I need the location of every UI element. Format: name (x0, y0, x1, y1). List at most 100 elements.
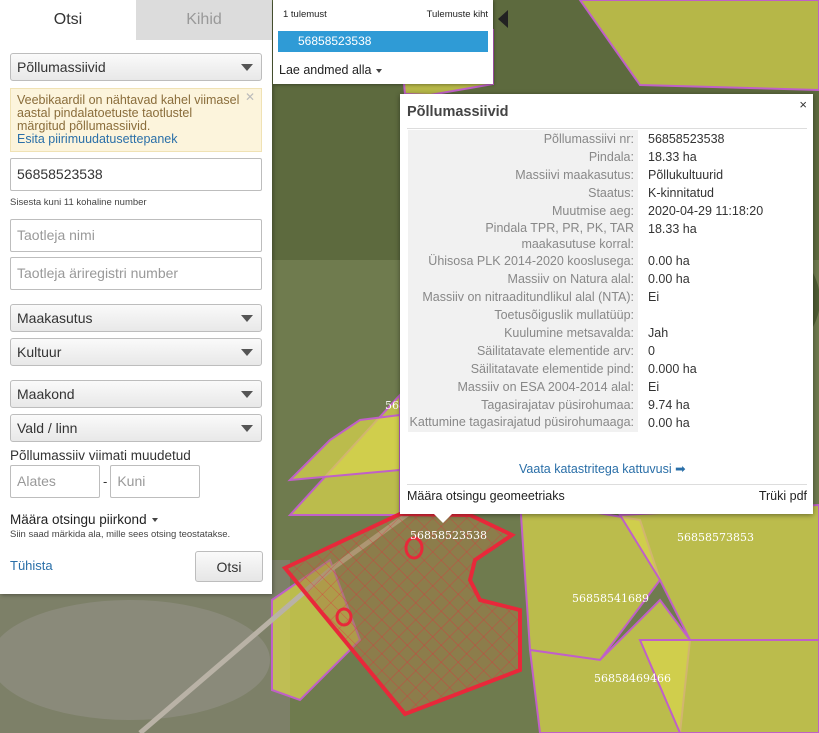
attr-row: Massiiv on Natura alal: 0.00 ha (408, 270, 806, 288)
attr-row: Kuulumine metsavalda: Jah (408, 324, 806, 342)
attr-value: 9.74 ha (648, 398, 690, 412)
attr-row: Massiiv on nitraaditundlikul alal (NTA):… (408, 288, 806, 306)
parcel-number-input[interactable]: 56858523538 (10, 158, 262, 191)
parcel-label: 56858573853 (677, 531, 754, 544)
attr-value: Põllukultuurid (648, 168, 724, 182)
attr-key: Kattumine tagasirajatud püsirohumaaga: (408, 414, 638, 432)
parish-select-value: Vald / linn (17, 420, 78, 436)
attr-key: Massiiv on nitraaditundlikul alal (NTA): (408, 288, 638, 306)
print-pdf-link[interactable]: Trüki pdf (759, 489, 807, 503)
attr-row: Põllumassiivi nr: 56858523538 (408, 130, 806, 148)
close-icon[interactable]: ✕ (245, 91, 255, 104)
attr-value: Ei (648, 380, 660, 394)
attr-row: Pindala: 18.33 ha (408, 148, 806, 166)
attr-row: Kattumine tagasirajatud püsirohumaaga: 0.… (408, 414, 806, 432)
attr-key: Massiiv on ESA 2004-2014 alal: (408, 378, 638, 396)
results-panel: 1 tulemust Tulemuste kiht 56858523538 La… (273, 0, 493, 84)
notice-text: Veebikaardil on nähtavad kahel viimasel … (17, 93, 240, 133)
info-notice: ✕ Veebikaardil on nähtavad kahel viimase… (10, 88, 262, 152)
parcel-label: 56858469466 (594, 672, 671, 685)
parcel-label: 56858541689 (572, 592, 649, 605)
caret-down-icon (376, 68, 383, 73)
cadastre-overlap-label: Vaata katastritega kattuvusi (519, 462, 672, 476)
attr-row: Tagasirajatav püsirohumaa: 9.74 ha (408, 396, 806, 414)
popup-title: Põllumassiivid (407, 104, 509, 120)
type-select-value: Põllumassiivid (17, 59, 106, 75)
attr-row: Massiivi maakasutus: Põllukultuurid (408, 166, 806, 184)
attr-key: Säilitatavate elementide arv: (408, 342, 638, 360)
search-area-hint: Siin saad märkida ala, mille sees otsing… (10, 529, 231, 540)
attr-key: Massiiv on Natura alal: (408, 270, 638, 288)
parcel-number-hint: Sisesta kuni 11 kohaline number (10, 197, 147, 208)
attr-row: Muutmise aeg: 2020-04-29 11:18:20 (408, 202, 806, 220)
applicant-name-input[interactable]: Taotleja nimi (10, 219, 262, 252)
attr-row: Toetusõiguslik mullatüüp: (408, 306, 806, 324)
attr-value: Ei (648, 290, 660, 304)
search-area-label: Määra otsingu piirkond (10, 512, 147, 527)
set-search-geometry-link[interactable]: Määra otsingu geomeetriaks (407, 489, 565, 503)
changed-label: Põllumassiiv viimati muudetud (10, 448, 191, 463)
type-select[interactable]: Põllumassiivid (10, 53, 262, 81)
attr-value: 0.00 ha (648, 416, 690, 430)
panel-tabs: Otsi Kihid (0, 0, 272, 40)
attr-value: 0 (648, 344, 655, 358)
parish-select[interactable]: Vald / linn (10, 414, 262, 442)
parcel-info-popup: Põllumassiivid × Põllumassiivi nr: 568585… (400, 94, 813, 514)
attr-key: Staatus: (408, 184, 638, 202)
attr-row: Staatus: K-kinnitatud (408, 184, 806, 202)
attr-key: Toetusõiguslik mullatüüp: (408, 306, 638, 324)
attr-value: 2020-04-29 11:18:20 (648, 204, 764, 218)
chevron-down-icon (241, 349, 253, 356)
date-range: Alates - Kuni (10, 465, 262, 498)
download-label: Lae andmed alla (279, 63, 372, 77)
chevron-down-icon (241, 64, 253, 71)
date-to-input[interactable]: Kuni (110, 465, 201, 498)
attr-row: Säilitatavate elementide arv: 0 (408, 342, 806, 360)
attr-key: Kuulumine metsavalda: (408, 324, 638, 342)
popup-divider (407, 128, 807, 129)
attr-key: Põllumassiivi nr: (408, 130, 638, 148)
attr-value: 18.33 ha (648, 150, 697, 164)
result-item[interactable]: 56858523538 (278, 31, 488, 52)
attr-key: Säilitatavate elementide pind: (408, 360, 638, 378)
results-layer-link[interactable]: Tulemuste kiht (427, 9, 488, 20)
attr-value: 18.33 ha (648, 222, 697, 236)
county-select-value: Maakond (17, 386, 75, 402)
attr-value: 0.000 ha (648, 362, 697, 376)
crop-select[interactable]: Kultuur (10, 338, 262, 366)
close-icon[interactable]: × (799, 97, 807, 112)
parcel-number-link[interactable]: 56858523538 (638, 130, 806, 148)
collapse-arrow-icon[interactable] (498, 10, 508, 28)
popup-footer: Määra otsingu geomeetriaks Trüki pdf (407, 484, 807, 503)
search-button[interactable]: Otsi (195, 551, 263, 582)
search-panel: Otsi Kihid Põllumassiivid ✕ Veebikaardil… (0, 0, 272, 594)
land-use-select[interactable]: Maakasutus (10, 304, 262, 332)
search-area-dropdown[interactable]: Määra otsingu piirkond (10, 512, 262, 527)
attr-row: Säilitatavate elementide pind: 0.000 ha (408, 360, 806, 378)
cadastre-overlap-link[interactable]: Vaata katastritega kattuvusi ➡ (519, 461, 686, 476)
crop-select-value: Kultuur (17, 344, 62, 360)
tab-search[interactable]: Otsi (0, 0, 136, 40)
boundary-change-link[interactable]: Esita piirimuudatusettepanek (17, 133, 241, 146)
caret-down-icon (151, 518, 158, 523)
attr-key: Muutmise aeg: (408, 202, 638, 220)
attr-key: Massiivi maakasutus: (408, 166, 638, 184)
download-data-dropdown[interactable]: Lae andmed alla (279, 63, 383, 77)
tab-layers[interactable]: Kihid (136, 0, 272, 40)
date-separator: - (103, 474, 108, 489)
date-from-input[interactable]: Alates (10, 465, 100, 498)
chevron-down-icon (241, 315, 253, 322)
attribute-table: Põllumassiivi nr: 56858523538 Pindala: 18.… (408, 130, 806, 432)
attr-value (638, 306, 806, 324)
attr-key: Tagasirajatav püsirohumaa: (408, 396, 638, 414)
cancel-link[interactable]: Tühista (10, 558, 53, 573)
land-use-select-value: Maakasutus (17, 310, 93, 326)
attr-value: K-kinnitatud (648, 186, 715, 200)
attr-key: Ühisosa PLK 2014-2020 kooslusega: (408, 252, 638, 270)
regcode-input[interactable]: Taotleja äriregistri number (10, 257, 262, 290)
attr-value: 0.00 ha (648, 254, 690, 268)
arrow-right-icon: ➡ (675, 462, 686, 476)
attr-row: Pindala TPR, PR, PK, TAR maakasutuse kor… (408, 220, 806, 252)
attr-value: Jah (648, 326, 669, 340)
county-select[interactable]: Maakond (10, 380, 262, 408)
